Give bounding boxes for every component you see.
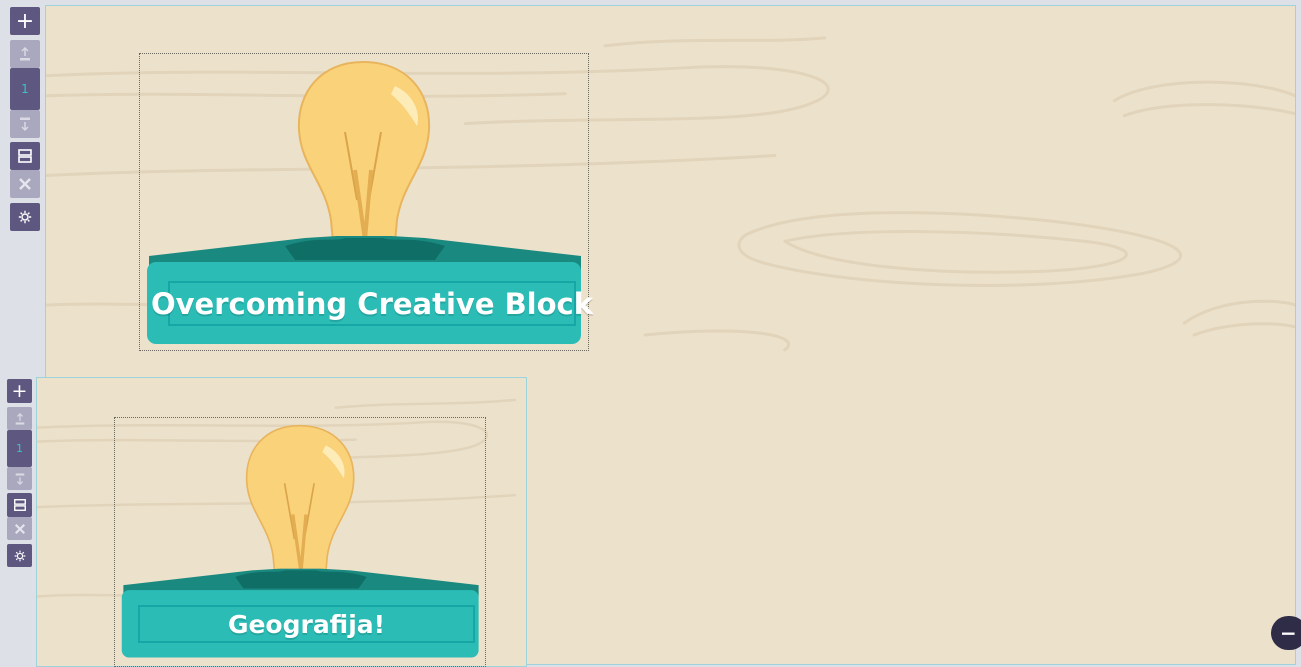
layout-button[interactable] [10,142,40,170]
page-toolbar: + 1 [10,7,40,231]
move-page-down-icon [15,472,24,485]
add-page-button[interactable]: + [7,379,32,403]
zoom-out-button[interactable]: − [1271,616,1301,650]
page-settings-button[interactable] [10,203,40,231]
layout-button[interactable] [7,493,32,517]
move-page-up-icon [20,46,30,61]
delete-page-button[interactable] [7,517,32,540]
plus-icon: + [11,380,28,402]
page-title-input[interactable]: Geografija! [138,605,475,643]
move-page-down-button[interactable] [7,467,32,490]
page-settings-button[interactable] [7,544,32,567]
layout-icon [18,149,32,163]
minus-icon: − [1280,621,1297,645]
add-page-button[interactable]: + [10,7,40,35]
page-number: 1 [16,442,23,455]
layout-icon [13,499,26,511]
delete-page-button[interactable] [10,170,40,198]
page-toolbar: + 1 [7,379,32,567]
page-number-button[interactable]: 1 [10,68,40,110]
plus-icon: + [15,8,35,34]
page-number-button[interactable]: 1 [7,430,32,467]
page-title: Overcoming Creative Block [150,286,594,321]
page-title-input[interactable]: Overcoming Creative Block [151,281,593,326]
move-page-up-button[interactable] [7,407,32,430]
gear-icon [14,550,25,561]
gear-icon [18,210,32,224]
move-page-down-icon [20,117,30,132]
delete-x-icon [19,178,31,190]
move-page-up-icon [15,412,24,425]
move-page-down-button[interactable] [10,110,40,138]
delete-x-icon [14,523,25,534]
page-title: Geografija! [227,609,386,639]
move-page-up-button[interactable] [10,40,40,68]
page-number: 1 [21,82,29,96]
